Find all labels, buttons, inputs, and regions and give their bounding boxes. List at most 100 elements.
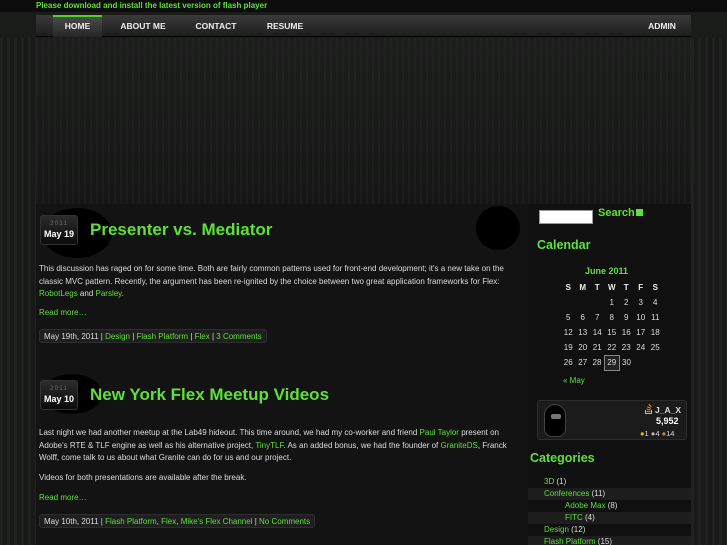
category-item: 3D (1) bbox=[528, 476, 691, 488]
excerpt-text: This discussion has raged on for some ti… bbox=[39, 264, 504, 286]
calendar-day: 15 bbox=[607, 328, 617, 337]
calendar-prev-month[interactable]: « May bbox=[563, 376, 585, 385]
calendar-day: 29 bbox=[604, 354, 620, 371]
calendar-day: 9 bbox=[624, 313, 629, 322]
calendar-table: S M T W T F S 1 2 3 4 5 6 7 8 9 10 11 12 13 14 15 16 17 18 19 20 21… bbox=[561, 280, 663, 371]
post-meta: May 19th, 2011 | Design | Flash Platform… bbox=[39, 329, 267, 343]
category-link[interactable]: Adobe Max bbox=[565, 501, 605, 510]
calendar-day: 25 bbox=[650, 343, 660, 352]
tag-link[interactable]: Flex bbox=[195, 332, 210, 341]
calendar-day: 27 bbox=[578, 358, 588, 367]
calendar-day: 1 bbox=[609, 298, 614, 307]
calendar-day: 14 bbox=[592, 328, 602, 337]
calendar-day bbox=[648, 355, 663, 370]
flash-player-notice[interactable]: Please download and install the latest v… bbox=[36, 1, 267, 10]
nav-contact[interactable]: CONTACT bbox=[184, 15, 248, 37]
calendar-day: 13 bbox=[578, 328, 588, 337]
calendar-day: 17 bbox=[636, 328, 646, 337]
comments-link[interactable]: 3 Comments bbox=[216, 332, 261, 341]
tag-link[interactable]: Mike's Flex Channel bbox=[181, 517, 253, 526]
excerpt-text: . bbox=[121, 289, 124, 298]
calendar-day: 3 bbox=[638, 298, 643, 307]
calendar-weekday: W bbox=[607, 283, 616, 292]
calendar-day: 22 bbox=[607, 342, 617, 352]
category-link[interactable]: 3D bbox=[544, 477, 554, 486]
calendar-day: 7 bbox=[595, 313, 600, 322]
calendar-day: 23 bbox=[621, 343, 631, 352]
calendar-weekday: S bbox=[652, 283, 658, 292]
calendar-day bbox=[634, 355, 649, 370]
badge-count: 14 bbox=[666, 429, 675, 438]
robotlegs-link[interactable]: RobotLegs bbox=[39, 289, 78, 298]
search-input[interactable] bbox=[539, 210, 593, 224]
read-more-link[interactable]: Read more… bbox=[39, 308, 87, 317]
calendar-weekday: F bbox=[638, 283, 644, 292]
graniteds-link[interactable]: GraniteDS bbox=[440, 441, 477, 450]
paul-taylor-link[interactable]: Paul Taylor bbox=[420, 428, 459, 437]
tag-link[interactable]: Flex bbox=[161, 517, 176, 526]
nav-home[interactable]: HOME bbox=[53, 15, 102, 37]
category-item: Design (12) bbox=[528, 524, 691, 536]
nav-about-me[interactable]: ABOUT ME bbox=[110, 15, 176, 37]
calendar-day: 30 bbox=[622, 358, 631, 367]
post-year: 2011 bbox=[50, 385, 68, 392]
post-date-badge: 2011 May 10 bbox=[40, 380, 78, 410]
calendar-day: 18 bbox=[650, 328, 660, 337]
post-title[interactable]: New York Flex Meetup Videos bbox=[90, 385, 329, 405]
tag-link[interactable]: Design bbox=[105, 332, 130, 341]
post-excerpt: Last night we had another meetup at the … bbox=[39, 427, 519, 465]
profile-reputation: 5,952 bbox=[656, 416, 679, 426]
avatar bbox=[544, 404, 566, 437]
ink-splat-decoration bbox=[476, 206, 520, 250]
search-label: Search bbox=[598, 207, 635, 219]
category-item: Flash Platform (15) bbox=[528, 536, 691, 545]
post-meta-date: May 10th, 2011 | bbox=[44, 517, 106, 526]
post-meta: May 10th, 2011 | Flash Platform, Flex, M… bbox=[39, 514, 316, 528]
category-link[interactable]: Flash Platform bbox=[544, 537, 596, 545]
stackoverflow-profile-badge[interactable]: J_A_X 5,952 ●1 ●4 ●14 bbox=[537, 400, 687, 440]
stackoverflow-icon bbox=[645, 404, 652, 414]
page-background-right bbox=[691, 38, 727, 545]
profile-name: J_A_X bbox=[655, 405, 681, 415]
category-count: (4) bbox=[582, 513, 595, 522]
category-link[interactable]: Design bbox=[544, 525, 569, 534]
category-count: (15) bbox=[595, 537, 613, 545]
nav-admin[interactable]: ADMIN bbox=[636, 15, 688, 37]
excerpt-text: . As an added bonus, we had the founder … bbox=[283, 440, 441, 450]
search-square-icon bbox=[635, 209, 643, 216]
category-link[interactable]: FITC bbox=[565, 513, 583, 522]
post-day: May 19 bbox=[43, 229, 75, 239]
calendar-weekday: T bbox=[623, 283, 629, 292]
calendar-day: 8 bbox=[609, 313, 614, 322]
categories-heading: Categories bbox=[530, 451, 595, 465]
category-count: (12) bbox=[568, 525, 586, 534]
tag-link[interactable]: Flash Platform bbox=[137, 332, 189, 341]
parsley-link[interactable]: Parsley bbox=[96, 289, 122, 298]
main-nav: HOME ABOUT ME CONTACT RESUME ADMIN bbox=[36, 15, 691, 37]
calendar-heading: Calendar bbox=[537, 238, 591, 252]
category-count: (11) bbox=[589, 489, 606, 498]
comments-link[interactable]: No Comments bbox=[259, 517, 310, 526]
tinytlf-link[interactable]: TinyTLF bbox=[255, 441, 283, 450]
calendar-day: 21 bbox=[592, 343, 602, 352]
category-link[interactable]: Conferences bbox=[544, 489, 589, 498]
calendar-day: 28 bbox=[592, 358, 602, 367]
nav-resume[interactable]: RESUME bbox=[256, 15, 314, 37]
calendar-day: 5 bbox=[566, 313, 571, 322]
category-item: FITC (4) bbox=[528, 512, 691, 524]
post-year: 2011 bbox=[50, 220, 68, 227]
tag-link[interactable]: Flash Platform bbox=[105, 517, 157, 526]
search-button[interactable]: Search bbox=[598, 207, 643, 219]
calendar-weekday: S bbox=[565, 283, 571, 292]
read-more-link[interactable]: Read more… bbox=[39, 493, 87, 502]
post-title[interactable]: Presenter vs. Mediator bbox=[90, 220, 272, 240]
calendar-day: 10 bbox=[636, 313, 646, 322]
calendar-day: 20 bbox=[578, 343, 588, 352]
main-content bbox=[36, 204, 528, 545]
calendar-day: 16 bbox=[621, 328, 631, 337]
calendar-day bbox=[590, 295, 605, 310]
calendar-day: 2 bbox=[624, 298, 629, 307]
post-day: May 10 bbox=[43, 394, 75, 404]
excerpt-text: Last night we had another meetup at the … bbox=[39, 428, 420, 437]
post-excerpt: This discussion has raged on for some ti… bbox=[39, 263, 519, 301]
